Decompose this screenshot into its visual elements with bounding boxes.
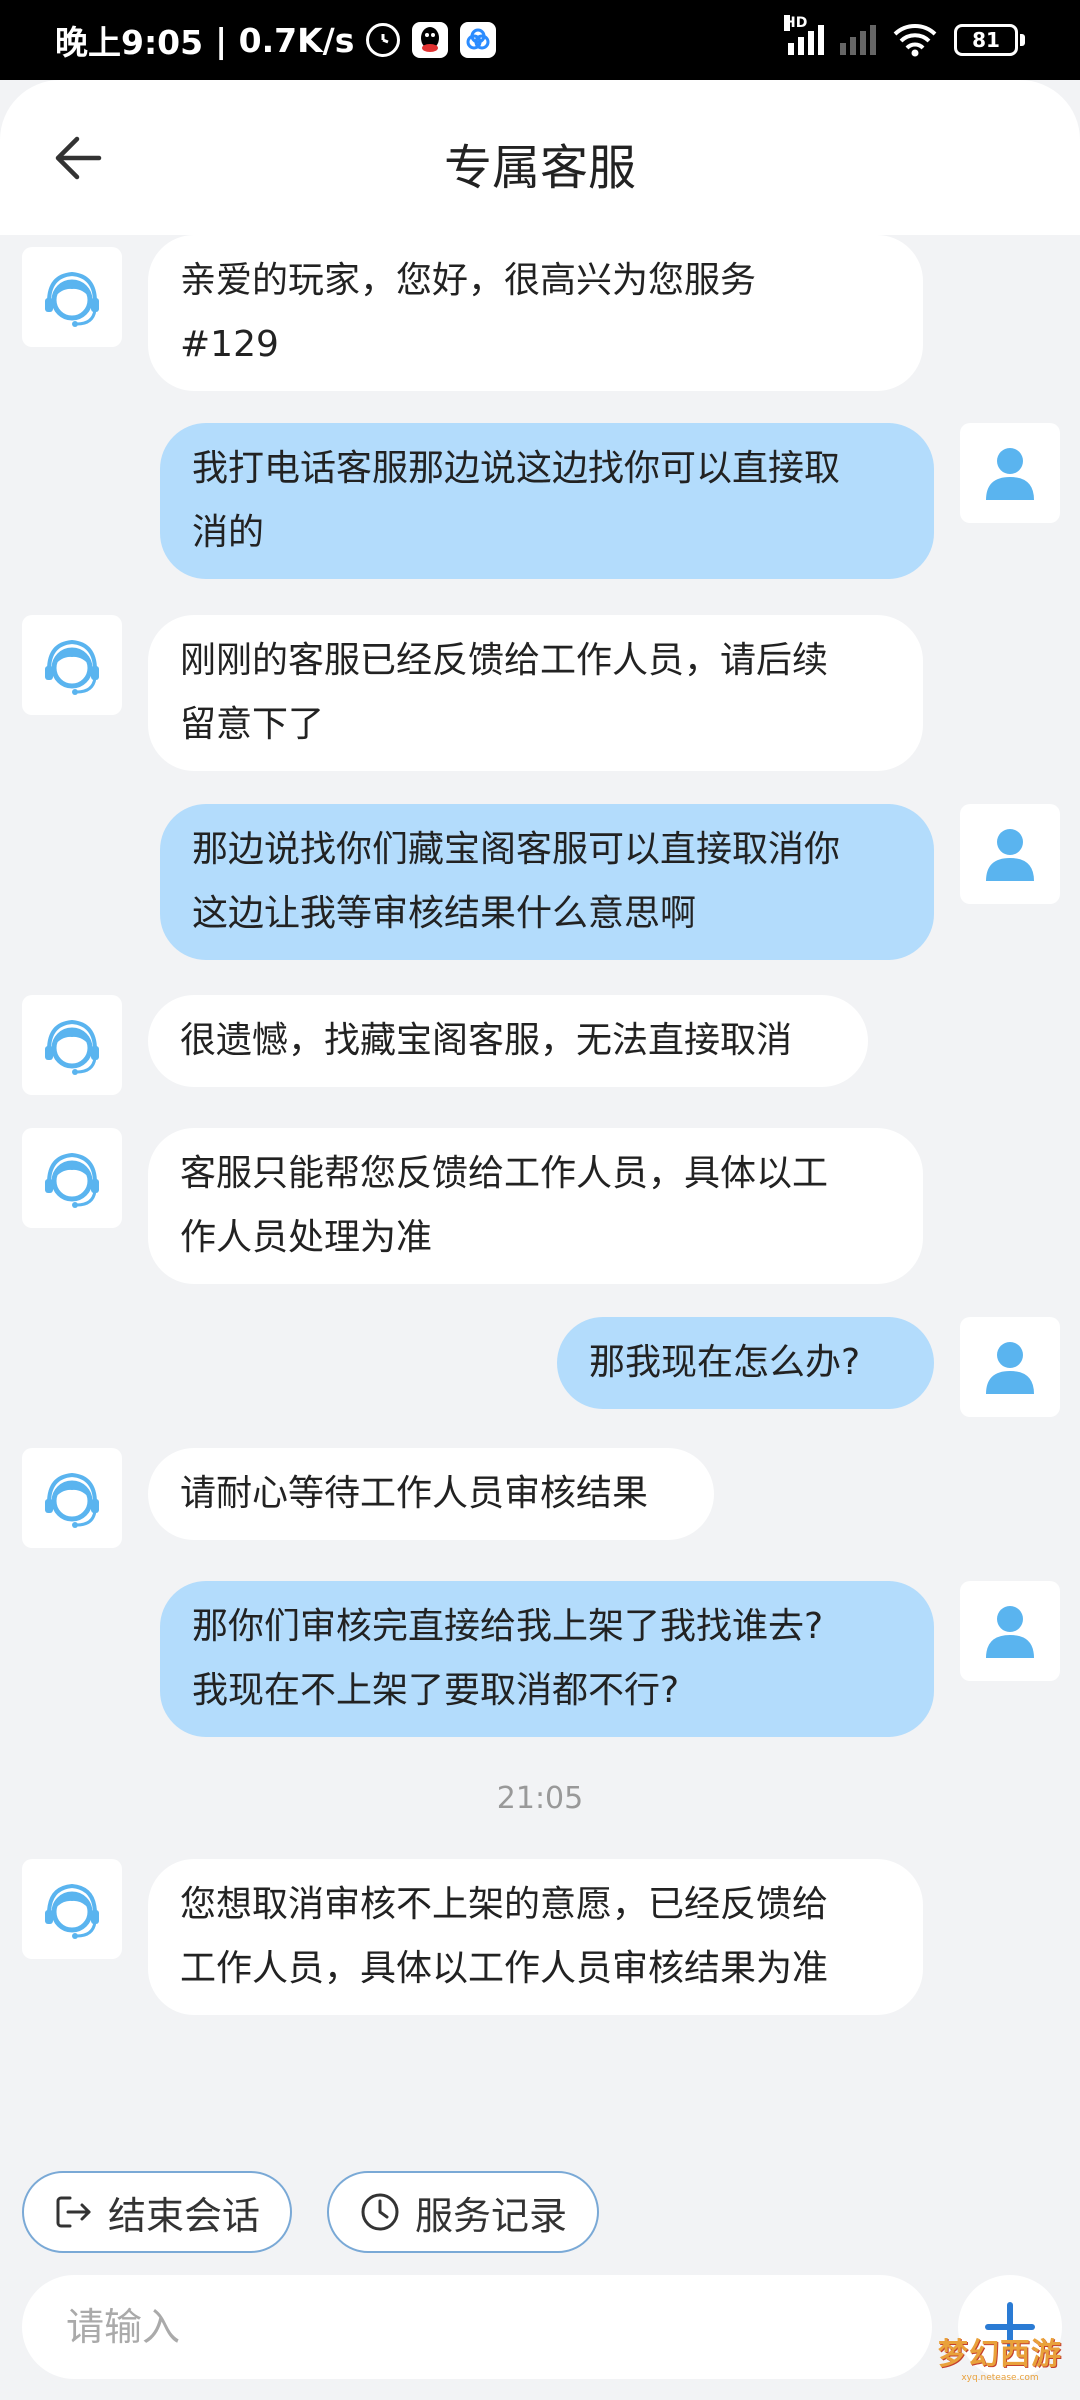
- qq-icon: [412, 22, 449, 58]
- user-avatar: [960, 423, 1060, 523]
- customer-service-icon: [45, 1472, 99, 1528]
- user-icon: [986, 1342, 1034, 1394]
- status-time: 晚上9:05: [55, 23, 204, 62]
- agent-message-bubble: 您想取消审核不上架的意愿，已经反馈给 工作人员，具体以工作人员审核结果为准: [148, 1859, 923, 2015]
- message-text: 刚刚的客服已经反馈给工作人员，请后续 留意下了: [180, 640, 829, 745]
- customer-service-icon: [45, 639, 99, 695]
- agent-message-bubble: 很遗憾，找藏宝阁客服，无法直接取消: [148, 995, 868, 1087]
- header: 专属客服: [0, 80, 1080, 235]
- user-icon: [986, 829, 1034, 881]
- user-message-bubble: 那边说找你们藏宝阁客服可以直接取消你 这边让我等审核结果什么意思啊: [160, 804, 934, 960]
- user-icon: [986, 448, 1034, 500]
- message-text: 客服只能帮您反馈给工作人员，具体以工 作人员处理为准: [180, 1153, 829, 1258]
- message-text: 那我现在怎么办?: [589, 1342, 861, 1383]
- battery-icon: 81: [954, 24, 1025, 56]
- message-text: 那边说找你们藏宝阁客服可以直接取消你 这边让我等审核结果什么意思啊: [192, 829, 841, 934]
- user-message-bubble: 那你们审核完直接给我上架了我找谁去? 我现在不上架了要取消都不行?: [160, 1581, 934, 1737]
- signal-secondary-icon: [840, 25, 876, 55]
- user-message-bubble: 那我现在怎么办?: [557, 1317, 934, 1409]
- signal-icon: HD: [784, 15, 824, 55]
- agent-message-bubble: 请耐心等待工作人员审核结果: [148, 1448, 714, 1540]
- wifi-icon: [892, 23, 938, 57]
- user-avatar: [960, 1317, 1060, 1417]
- customer-service-icon: [45, 271, 99, 327]
- service-record-label: 服务记录: [415, 2193, 568, 2238]
- agent-message-bubble: 亲爱的玩家，您好，很高兴为您服务 #129: [148, 235, 923, 391]
- service-record-button[interactable]: 服务记录: [327, 2171, 600, 2253]
- watermark-logo: 梦幻西游 xyq.netease.com: [930, 2318, 1070, 2394]
- agent-avatar: [22, 1128, 122, 1228]
- battery-level: 81: [954, 24, 1018, 56]
- agent-avatar: [22, 1448, 122, 1548]
- message-text: 亲爱的玩家，您好，很高兴为您服务 #129: [180, 260, 757, 365]
- chat-area[interactable]: 亲爱的玩家，您好，很高兴为您服务 #129 我打电话客服那边说这边找你可以直接取…: [0, 235, 1080, 2155]
- message-text: 很遗憾，找藏宝阁客服，无法直接取消: [180, 1020, 793, 1061]
- status-right: HD 81: [784, 15, 1025, 57]
- user-message-bubble: 我打电话客服那边说这边找你可以直接取 消的: [160, 423, 934, 579]
- message-text: 您想取消审核不上架的意愿，已经反馈给 工作人员，具体以工作人员审核结果为准: [180, 1884, 829, 1989]
- agent-avatar: [22, 615, 122, 715]
- page-title: 专属客服: [443, 140, 636, 196]
- message-text: 请耐心等待工作人员审核结果: [180, 1473, 649, 1514]
- cloud-app-icon: [460, 22, 497, 58]
- logout-icon: [56, 2196, 91, 2228]
- timestamp: 21:05: [496, 1781, 584, 1816]
- message-input[interactable]: [22, 2275, 932, 2379]
- customer-service-icon: [45, 1883, 99, 1939]
- agent-message-bubble: 客服只能帮您反馈给工作人员，具体以工 作人员处理为准: [148, 1128, 923, 1284]
- screen: 晚上9:05 | 0.7K/s HD 81 专属客服 亲爱的玩家，您好，很高兴为…: [0, 0, 1080, 2400]
- customer-service-icon: [45, 1152, 99, 1208]
- hd-label: HD: [784, 15, 808, 31]
- network-speed: | 0.7K/s: [215, 20, 355, 60]
- agent-avatar: [22, 1859, 122, 1959]
- status-left: 晚上9:05 | 0.7K/s: [55, 16, 497, 64]
- agent-avatar: [22, 995, 122, 1095]
- customer-service-icon: [45, 1019, 99, 1075]
- user-icon: [986, 1606, 1034, 1658]
- message-text: 那你们审核完直接给我上架了我找谁去? 我现在不上架了要取消都不行?: [192, 1606, 824, 1711]
- clock-icon: [361, 2193, 399, 2231]
- end-chat-button[interactable]: 结束会话: [22, 2171, 293, 2253]
- user-avatar: [960, 1581, 1060, 1681]
- watermark-title: 梦幻西游: [938, 2337, 1062, 2372]
- end-chat-label: 结束会话: [108, 2193, 261, 2238]
- agent-message-bubble: 刚刚的客服已经反馈给工作人员，请后续 留意下了: [148, 615, 923, 771]
- status-bar: 晚上9:05 | 0.7K/s HD 81: [0, 0, 1080, 80]
- watermark-url: xyq.netease.com: [961, 2373, 1039, 2383]
- alarm-icon: [366, 23, 401, 57]
- message-text: 我打电话客服那边说这边找你可以直接取 消的: [192, 448, 841, 553]
- user-avatar: [960, 804, 1060, 904]
- agent-avatar: [22, 247, 122, 347]
